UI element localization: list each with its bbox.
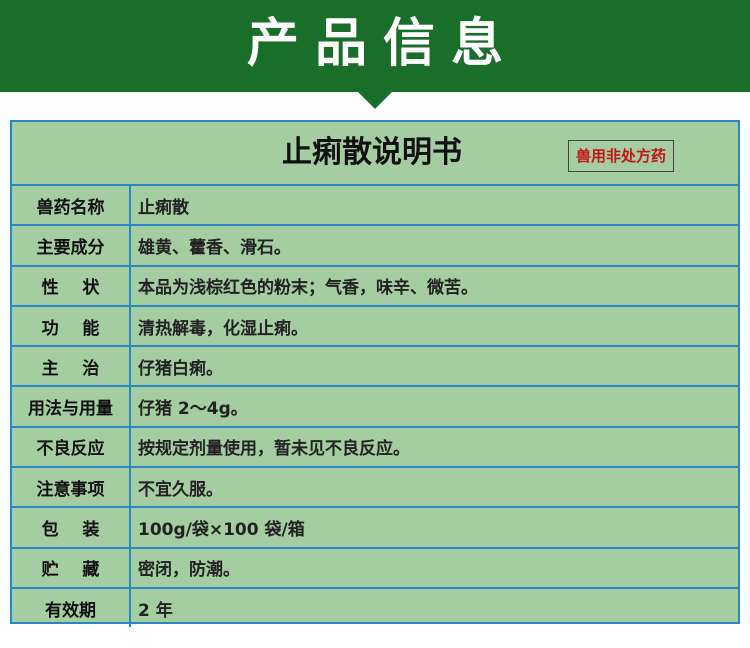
- table-row: 不良反应 按规定剂量使用，暂未见不良反应。: [12, 427, 738, 469]
- row-label: 主要成分: [12, 226, 131, 265]
- table-row: 兽药名称 止痢散: [12, 186, 738, 227]
- table-row: 主 治 仔猪白痢。: [12, 347, 738, 388]
- row-label: 注意事项: [12, 468, 131, 507]
- table-row: 包 装 100g/袋×100 袋/箱: [12, 508, 738, 549]
- table-row: 注意事项 不宜久服。: [12, 468, 738, 509]
- row-label: 用法与用量: [12, 387, 131, 426]
- product-info-table: 止痢散说明书 兽用非处方药 兽药名称 止痢散 主要成分 雄黄、藿香、滑石。 性 …: [10, 120, 740, 628]
- row-label: 功 能: [12, 306, 131, 346]
- row-label: 兽药名称: [12, 186, 131, 225]
- table-row: 性 状 本品为浅棕红色的粉末；气香，味辛、微苦。: [12, 266, 738, 307]
- row-value: 仔猪白痢。: [138, 358, 223, 379]
- table-row: 有效期 2 年: [12, 588, 738, 628]
- header-pointer-arrow: [358, 92, 392, 109]
- row-label: 主 治: [12, 347, 131, 386]
- row-label: 有效期: [12, 588, 131, 628]
- header-banner: 产品信息: [0, 0, 750, 92]
- row-value: 雄黄、藿香、滑石。: [138, 237, 291, 258]
- row-value: 密闭，防潮。: [138, 560, 240, 581]
- row-value: 止痢散: [138, 197, 189, 218]
- row-label: 不良反应: [12, 427, 131, 467]
- row-value: 不宜久服。: [138, 479, 223, 500]
- table-title-row: 止痢散说明书 兽用非处方药: [12, 122, 738, 186]
- document-title: 止痢散说明书: [282, 135, 462, 170]
- row-label: 性 状: [12, 266, 131, 305]
- header-title: 产品信息: [246, 14, 519, 74]
- row-label: 贮 藏: [12, 548, 131, 587]
- row-value: 2 年: [138, 600, 173, 621]
- table-row: 贮 藏 密闭，防潮。: [12, 548, 738, 589]
- table-row: 功 能 清热解毒，化湿止痢。: [12, 306, 738, 348]
- row-value: 本品为浅棕红色的粉末；气香，味辛、微苦。: [138, 278, 478, 299]
- table-row: 用法与用量 仔猪 2～4g。: [12, 387, 738, 428]
- row-value: 仔猪 2～4g。: [138, 399, 248, 420]
- row-label: 包 装: [12, 508, 131, 547]
- table-rows: 兽药名称 止痢散 主要成分 雄黄、藿香、滑石。 性 状 本品为浅棕红色的粉末；气…: [12, 186, 738, 628]
- table-row: 主要成分 雄黄、藿香、滑石。: [12, 226, 738, 267]
- row-value: 清热解毒，化湿止痢。: [138, 318, 308, 339]
- row-value: 100g/袋×100 袋/箱: [138, 520, 305, 541]
- row-value: 按规定剂量使用，暂未见不良反应。: [138, 439, 410, 460]
- otc-badge: 兽用非处方药: [568, 140, 674, 172]
